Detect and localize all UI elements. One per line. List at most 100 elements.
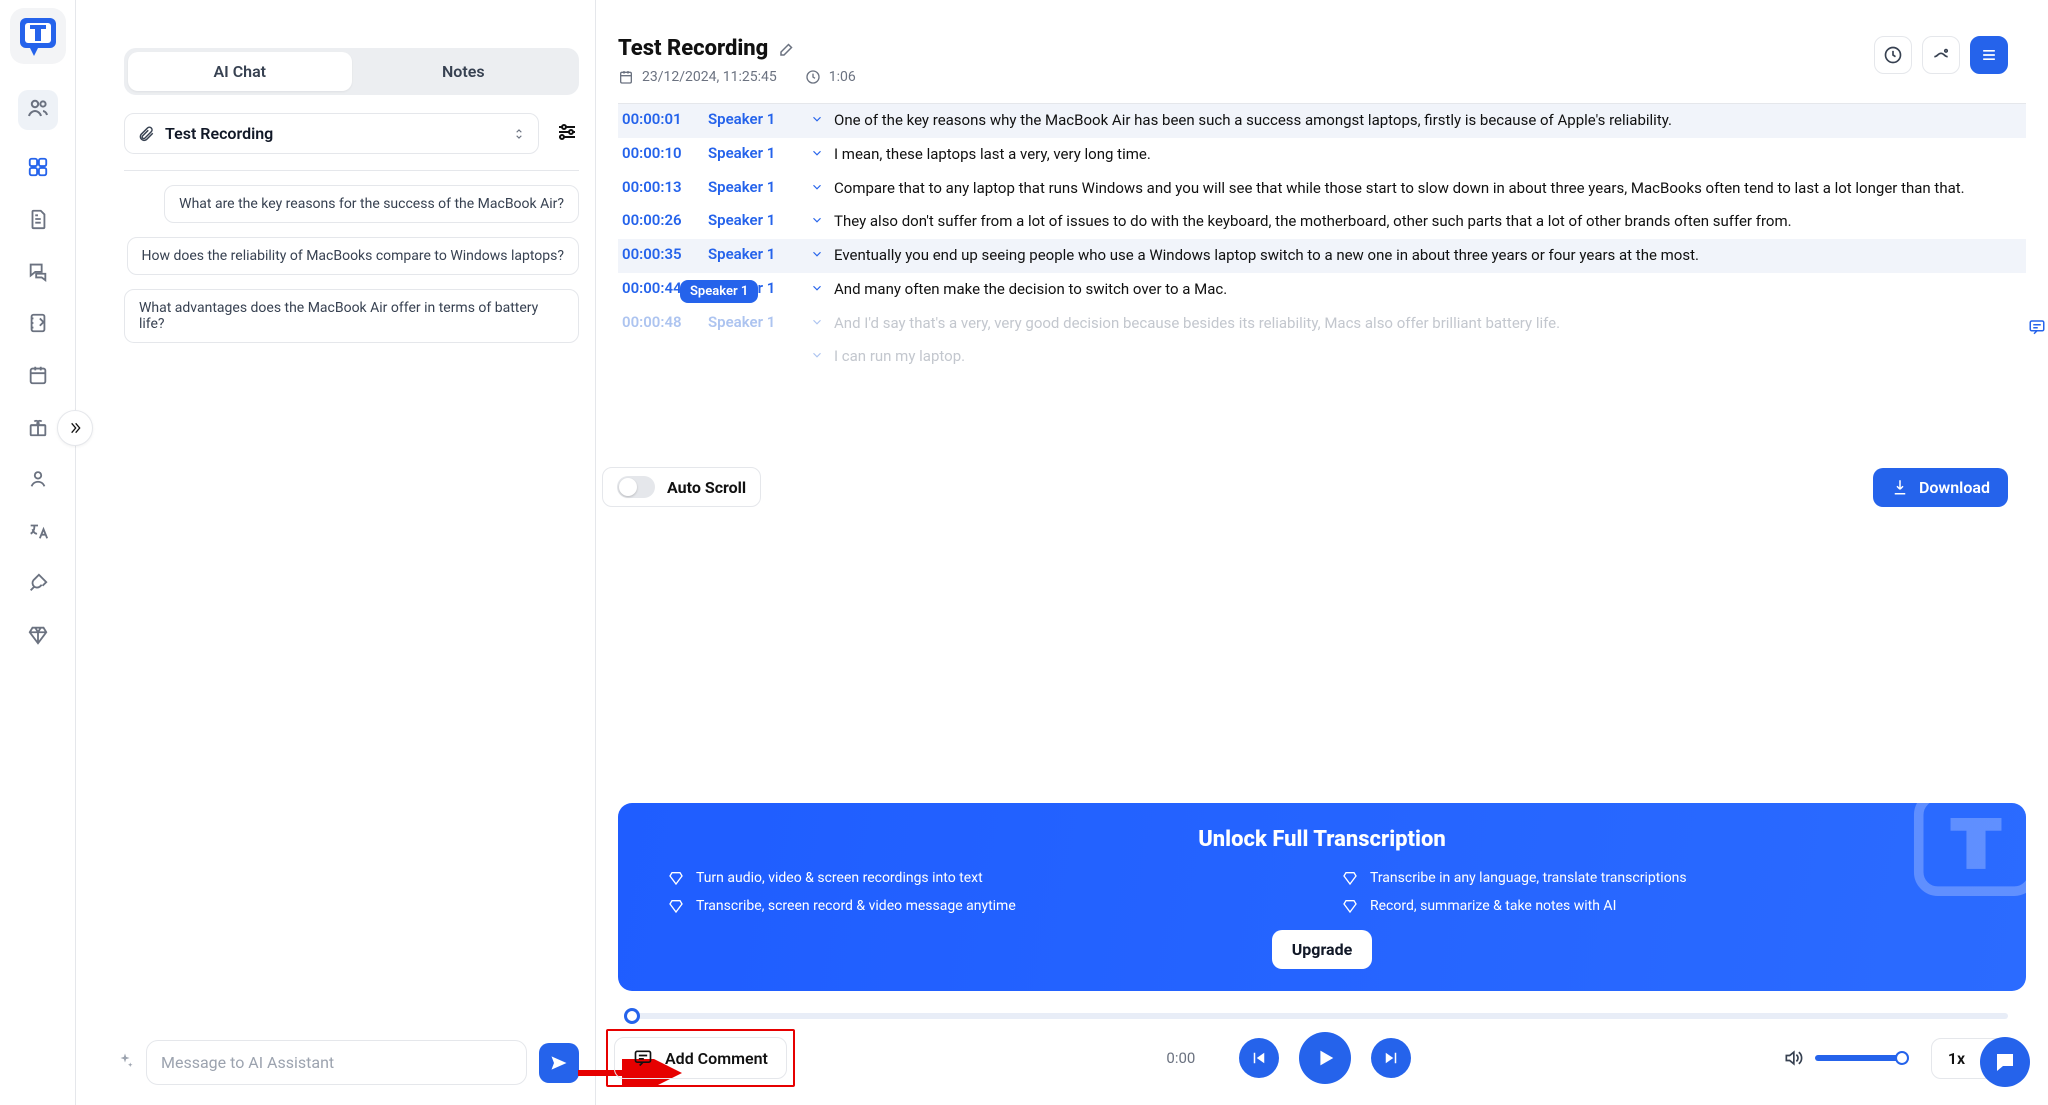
transcript-line[interactable]: 00:00:01Speaker 1One of the key reasons …: [618, 104, 2026, 138]
attachment-icon: [137, 125, 155, 143]
message-input[interactable]: Message to AI Assistant: [146, 1040, 527, 1085]
speaker-label[interactable]: Speaker 1: [708, 178, 800, 200]
timestamp[interactable]: 00:00:48: [622, 313, 708, 335]
send-button[interactable]: [539, 1043, 579, 1083]
expand-sidebar-icon[interactable]: [57, 410, 93, 446]
timestamp[interactable]: 00:00:10: [622, 144, 708, 166]
diamond-icon[interactable]: [27, 624, 49, 650]
chevron-down-icon[interactable]: [800, 110, 834, 132]
toggle-icon: [617, 476, 655, 498]
edit-title-icon[interactable]: [778, 40, 796, 58]
diamond-icon: [1342, 898, 1358, 914]
chevron-down-icon[interactable]: [800, 144, 834, 166]
chevron-down-icon[interactable]: [800, 346, 834, 368]
chevron-down-icon[interactable]: [800, 279, 834, 301]
upsell-feature: Record, summarize & take notes with AI: [1342, 898, 1976, 914]
timestamp[interactable]: 00:00:13: [622, 178, 708, 200]
speaker-label[interactable]: Speaker 1: [708, 313, 800, 335]
chevron-down-icon[interactable]: [800, 211, 834, 233]
play-button[interactable]: [1299, 1032, 1351, 1084]
dashboard-icon[interactable]: [27, 156, 49, 182]
menu-button[interactable]: [1970, 36, 2008, 74]
autoscroll-toggle[interactable]: Auto Scroll: [602, 467, 761, 507]
playhead-knob[interactable]: [624, 1008, 640, 1024]
transcript-text: Compare that to any laptop that runs Win…: [834, 178, 2022, 200]
divider: [124, 170, 579, 171]
audio-settings-button[interactable]: [1922, 36, 1960, 74]
tabs: AI Chat Notes: [124, 48, 579, 95]
document-icon[interactable]: [27, 208, 49, 234]
playhead-track[interactable]: [624, 1013, 2008, 1019]
transcript-line[interactable]: 00:00:13Speaker 1 Compare that to any lap…: [618, 172, 2026, 206]
skip-forward-button[interactable]: [1371, 1038, 1411, 1078]
source-label: Test Recording: [165, 124, 502, 143]
transcript-line[interactable]: 00:00:44Speaker 1And many often make the…: [618, 273, 2026, 307]
updown-icon: [512, 127, 526, 141]
ai-chat-panel: AI Chat Notes Test Recording What are th…: [76, 0, 596, 1105]
speaker-label[interactable]: Speaker 1: [708, 110, 800, 132]
recording-duration: 1:06: [805, 69, 856, 85]
chat-icon[interactable]: [27, 260, 49, 286]
tab-ai-chat[interactable]: AI Chat: [128, 52, 352, 91]
chevron-down-icon[interactable]: [800, 245, 834, 267]
transcript-text: And I'd say that's a very, very good dec…: [834, 313, 2022, 335]
history-button[interactable]: [1874, 36, 1912, 74]
add-comment-highlight: Add Comment: [606, 1029, 795, 1087]
calendar-icon: [618, 69, 634, 85]
recording-date: 23/12/2024, 11:25:45: [618, 69, 777, 85]
speaker-label[interactable]: Speaker 1: [708, 144, 800, 166]
speaker-label[interactable]: Speaker 1: [708, 211, 800, 233]
speaker-label[interactable]: [708, 346, 800, 368]
comment-icon[interactable]: [2028, 318, 2046, 340]
timestamp[interactable]: 00:00:01: [622, 110, 708, 132]
suggestion-item[interactable]: What are the key reasons for the success…: [164, 185, 579, 223]
page-title: Test Recording: [618, 36, 768, 61]
transcript-line[interactable]: 00:00:26Speaker 1 They also don't suffer …: [618, 205, 2026, 239]
notebook-icon[interactable]: [27, 312, 49, 338]
player-time: 0:00: [1166, 1049, 1195, 1067]
upsell-title: Unlock Full Transcription: [668, 827, 1976, 852]
transcript-line[interactable]: 00:00:35Speaker 1Eventually you end up s…: [618, 239, 2026, 273]
translate-icon[interactable]: [27, 520, 49, 546]
source-selector[interactable]: Test Recording: [124, 113, 539, 154]
transcript-text: They also don't suffer from a lot of iss…: [834, 211, 2022, 233]
transcript-line[interactable]: 00:00:10Speaker 1 I mean, these laptops l…: [618, 138, 2026, 172]
suggestion-item[interactable]: How does the reliability of MacBooks com…: [127, 237, 580, 275]
speaker-label[interactable]: Speaker 1: [708, 245, 800, 267]
suggestion-item[interactable]: What advantages does the MacBook Air off…: [124, 289, 579, 343]
plug-icon[interactable]: [27, 572, 49, 598]
calendar-icon[interactable]: [27, 364, 49, 390]
transcript-panel: Test Recording 23/12/2024, 11:25:45 1:06…: [596, 0, 2048, 1105]
profile-icon[interactable]: [27, 468, 49, 494]
chevron-down-icon[interactable]: [800, 178, 834, 200]
diamond-icon: [668, 898, 684, 914]
download-button[interactable]: Download: [1873, 468, 2008, 507]
upgrade-button[interactable]: Upgrade: [1272, 930, 1373, 969]
volume-control[interactable]: [1783, 1048, 1903, 1068]
volume-icon: [1783, 1048, 1803, 1068]
users-icon[interactable]: [18, 90, 58, 130]
gift-icon[interactable]: [27, 416, 49, 442]
chevron-down-icon[interactable]: [800, 313, 834, 335]
timestamp[interactable]: [622, 346, 708, 368]
upsell-card: Unlock Full Transcription Turn audio, vi…: [618, 803, 2026, 991]
logo-icon: [10, 8, 66, 64]
sliders-icon[interactable]: [555, 120, 579, 148]
upsell-feature: Transcribe in any language, translate tr…: [1342, 870, 1976, 886]
upsell-feature: Turn audio, video & screen recordings in…: [668, 870, 1302, 886]
sparkle-icon: [116, 1052, 134, 1074]
transcript-line[interactable]: I can run my laptop.: [618, 340, 2026, 374]
diamond-icon: [668, 870, 684, 886]
sidebar-rail: [0, 0, 76, 1105]
logo-watermark-icon: [1906, 803, 2026, 923]
tab-notes[interactable]: Notes: [352, 52, 576, 91]
transcript-line[interactable]: 00:00:48Speaker 1 And I'd say that's a ve…: [618, 307, 2026, 341]
comment-icon: [633, 1048, 653, 1068]
timestamp[interactable]: 00:00:35: [622, 245, 708, 267]
add-comment-button[interactable]: Add Comment: [614, 1037, 787, 1079]
timestamp[interactable]: 00:00:26: [622, 211, 708, 233]
support-chat-button[interactable]: [1980, 1037, 2030, 1087]
speaker-tag[interactable]: Speaker 1: [680, 280, 758, 303]
skip-back-button[interactable]: [1239, 1038, 1279, 1078]
transcript-text: I mean, these laptops last a very, very …: [834, 144, 2022, 166]
